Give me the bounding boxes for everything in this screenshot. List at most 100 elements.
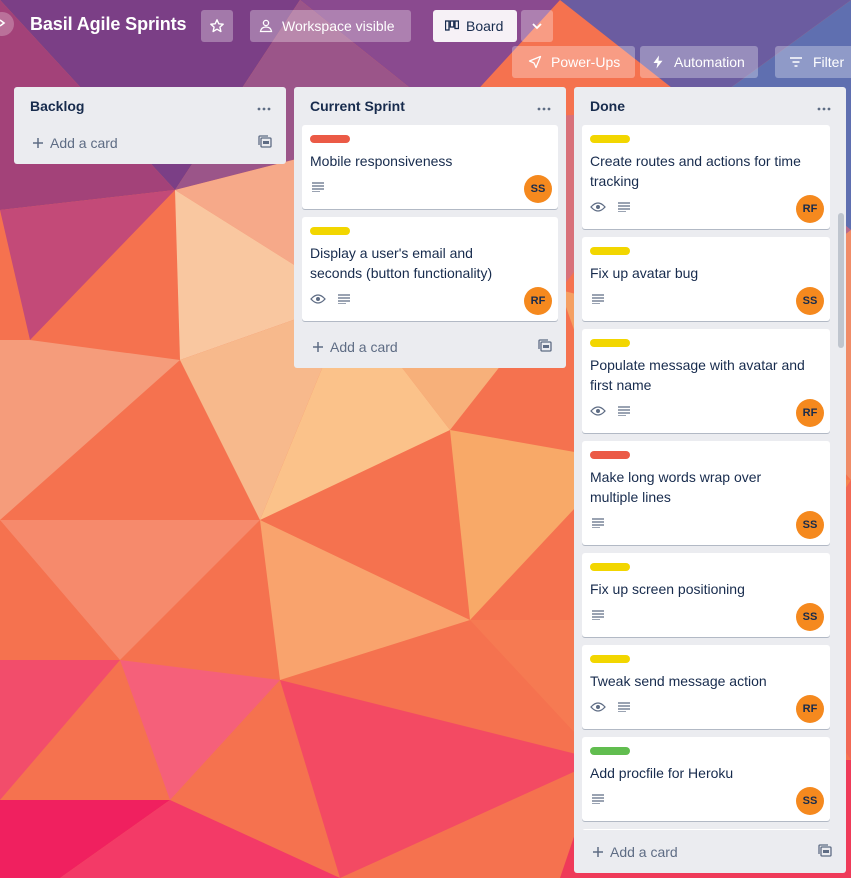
plus-icon	[310, 339, 326, 355]
list-header: Backlog	[14, 87, 286, 125]
more-icon	[537, 98, 551, 116]
list-title[interactable]: Done	[590, 98, 625, 114]
card-badges	[590, 791, 606, 807]
list-done: Done Create routes and actions for time …	[574, 87, 846, 873]
filter-label: Filter	[813, 54, 845, 70]
card[interactable]: Fix up screen positioning SS	[582, 553, 830, 637]
card-badges	[590, 699, 632, 715]
list-title[interactable]: Backlog	[30, 98, 84, 114]
list-menu-button[interactable]	[812, 95, 836, 119]
card-title: Fix up screen positioning	[590, 581, 745, 597]
rocket-icon	[528, 55, 542, 69]
card-title: Mobile responsiveness	[310, 153, 453, 169]
add-card-button[interactable]: Add a card	[574, 834, 846, 870]
board-title[interactable]: Basil Agile Sprints	[30, 14, 187, 35]
member-avatar[interactable]: RF	[796, 695, 824, 723]
description-icon	[590, 791, 606, 807]
view-switcher-button[interactable]	[521, 10, 553, 42]
description-icon	[616, 199, 632, 215]
board-view-button[interactable]: Board	[433, 10, 517, 42]
card[interactable]: Populate message with avatar and first n…	[582, 329, 830, 433]
card-title: Add procfile for Heroku	[590, 765, 734, 781]
card[interactable]: Tweak send message action RF	[582, 645, 830, 729]
chevron-down-icon	[530, 19, 544, 33]
add-card-button[interactable]: Add a card	[14, 125, 286, 161]
card-title: Tweak send message action	[590, 673, 767, 689]
sidebar-toggle-button[interactable]	[0, 12, 14, 36]
description-icon	[616, 403, 632, 419]
list-header: Done	[574, 87, 846, 125]
board-view-label: Board	[466, 18, 504, 34]
card-template-icon[interactable]	[258, 135, 272, 152]
add-card-label: Add a card	[50, 135, 118, 151]
card-label-yellow	[590, 655, 630, 663]
member-avatar[interactable]: SS	[796, 287, 824, 315]
watch-eye-icon	[310, 291, 326, 307]
card[interactable]: Mobile responsiveness SS	[302, 125, 558, 209]
plus-icon	[30, 135, 46, 151]
lightning-icon	[652, 55, 664, 69]
star-button[interactable]	[201, 10, 233, 42]
card-title: Fix up avatar bug	[590, 265, 699, 281]
card-badges	[590, 607, 606, 623]
scrollbar-thumb[interactable]	[838, 213, 844, 348]
list-header: Current Sprint	[294, 87, 566, 125]
card-template-icon[interactable]	[818, 844, 832, 861]
list-title[interactable]: Current Sprint	[310, 98, 405, 114]
card[interactable]: Create routes and actions for time track…	[582, 125, 830, 229]
list-backlog: Backlog Add a card	[14, 87, 286, 164]
card-label-yellow	[590, 135, 630, 143]
add-card-button[interactable]: Add a card	[294, 329, 566, 365]
star-icon	[209, 18, 225, 34]
member-avatar[interactable]: RF	[524, 287, 552, 315]
card-label-yellow	[590, 563, 630, 571]
card-list-scroll[interactable]: Create routes and actions for time track…	[574, 125, 838, 830]
card-label-yellow	[310, 227, 350, 235]
card-title: Create routes and actions for time track…	[590, 153, 801, 189]
people-icon	[258, 18, 274, 34]
filter-button[interactable]: Filter	[775, 46, 851, 78]
card[interactable]: Display a user's email and seconds (butt…	[302, 217, 558, 321]
card-badges	[590, 403, 632, 419]
power-ups-button[interactable]: Power-Ups	[512, 46, 635, 78]
board-header: Basil Agile Sprints Workspace visible Bo…	[0, 0, 851, 88]
filter-icon	[789, 56, 803, 68]
member-avatar[interactable]: SS	[796, 603, 824, 631]
description-icon	[590, 515, 606, 531]
list-current-sprint: Current Sprint Mobile responsiveness SS …	[294, 87, 566, 368]
member-avatar[interactable]: RF	[796, 195, 824, 223]
card[interactable]: Fix up avatar bug SS	[582, 237, 830, 321]
card-label-yellow	[590, 339, 630, 347]
automation-button[interactable]: Automation	[640, 46, 758, 78]
plus-icon	[590, 844, 606, 860]
member-avatar[interactable]: RF	[796, 399, 824, 427]
list-menu-button[interactable]	[252, 95, 276, 119]
card-title: Make long words wrap over multiple lines	[590, 469, 762, 505]
board-icon	[445, 20, 459, 32]
description-icon	[336, 291, 352, 307]
member-avatar[interactable]: SS	[524, 175, 552, 203]
more-icon	[257, 98, 271, 116]
card-badges	[590, 199, 632, 215]
more-icon	[817, 98, 831, 116]
description-icon	[310, 179, 326, 195]
visibility-button[interactable]: Workspace visible	[250, 10, 411, 42]
chevron-right-icon	[0, 15, 7, 33]
description-icon	[590, 607, 606, 623]
member-avatar[interactable]: SS	[796, 787, 824, 815]
card-badges	[590, 291, 606, 307]
watch-eye-icon	[590, 699, 606, 715]
watch-eye-icon	[590, 199, 606, 215]
member-avatar[interactable]: SS	[796, 511, 824, 539]
automation-label: Automation	[674, 54, 745, 70]
card-template-icon[interactable]	[538, 339, 552, 356]
add-card-label: Add a card	[330, 339, 398, 355]
card-label-green	[590, 747, 630, 755]
card-badges	[590, 515, 606, 531]
card[interactable]: Add procfile for Heroku SS	[582, 737, 830, 821]
card-badges	[310, 291, 352, 307]
list-menu-button[interactable]	[532, 95, 556, 119]
card-title: Display a user's email and seconds (butt…	[310, 245, 493, 281]
card[interactable]	[582, 829, 830, 830]
card[interactable]: Make long words wrap over multiple lines…	[582, 441, 830, 545]
